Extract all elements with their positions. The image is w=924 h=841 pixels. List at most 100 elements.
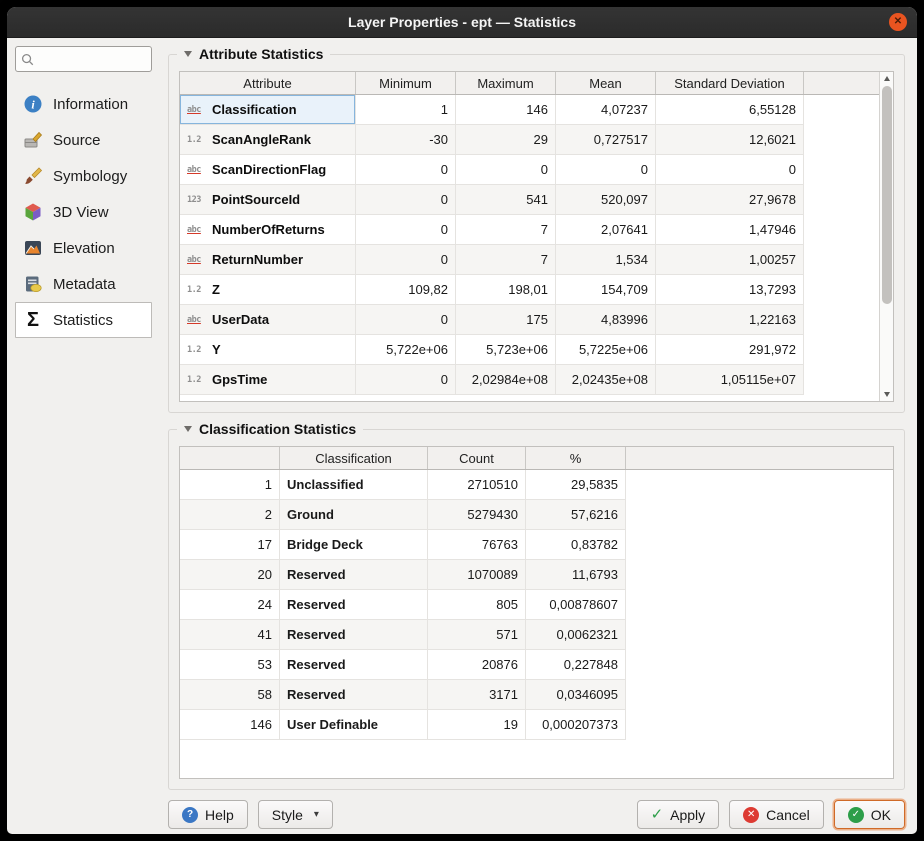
vertical-scrollbar[interactable] bbox=[879, 72, 893, 401]
class-count-cell[interactable]: 3171 bbox=[428, 680, 526, 710]
class-count-cell[interactable]: 805 bbox=[428, 590, 526, 620]
minimum-cell[interactable]: 1 bbox=[356, 95, 456, 125]
titlebar[interactable]: Layer Properties - ept — Statistics ✕ bbox=[7, 7, 917, 38]
sidebar-item-elevation[interactable]: Elevation bbox=[15, 230, 152, 266]
class-code-cell[interactable]: 20 bbox=[180, 560, 280, 590]
column-header-minimum[interactable]: Minimum bbox=[356, 72, 456, 94]
class-count-cell[interactable]: 5279430 bbox=[428, 500, 526, 530]
maximum-cell[interactable]: 2,02984e+08 bbox=[456, 365, 556, 395]
class-name-cell[interactable]: Unclassified bbox=[280, 470, 428, 500]
attribute-name-cell[interactable]: 1.2Z bbox=[180, 275, 356, 305]
std-deviation-cell[interactable]: 1,22163 bbox=[656, 305, 804, 335]
class-percent-cell[interactable]: 0,227848 bbox=[526, 650, 626, 680]
classification-statistics-title[interactable]: Classification Statistics bbox=[177, 421, 363, 437]
collapse-arrow-icon[interactable] bbox=[184, 51, 192, 57]
search-input[interactable] bbox=[39, 51, 147, 68]
collapse-arrow-icon[interactable] bbox=[184, 426, 192, 432]
scroll-up-button[interactable] bbox=[880, 72, 893, 85]
attribute-name-cell[interactable]: abcReturnNumber bbox=[180, 245, 356, 275]
class-name-cell[interactable]: Reserved bbox=[280, 620, 428, 650]
std-deviation-cell[interactable]: 12,6021 bbox=[656, 125, 804, 155]
class-percent-cell[interactable]: 0,83782 bbox=[526, 530, 626, 560]
class-name-cell[interactable]: Bridge Deck bbox=[280, 530, 428, 560]
mean-cell[interactable]: 0 bbox=[556, 155, 656, 185]
column-header-percent[interactable]: % bbox=[526, 447, 626, 469]
sidebar-item-information[interactable]: i Information bbox=[15, 86, 152, 122]
class-percent-cell[interactable]: 29,5835 bbox=[526, 470, 626, 500]
class-name-cell[interactable]: Reserved bbox=[280, 680, 428, 710]
minimum-cell[interactable]: 109,82 bbox=[356, 275, 456, 305]
class-percent-cell[interactable]: 0,000207373 bbox=[526, 710, 626, 740]
close-button[interactable]: ✕ bbox=[889, 13, 907, 31]
scroll-down-button[interactable] bbox=[880, 388, 893, 401]
class-code-cell[interactable]: 1 bbox=[180, 470, 280, 500]
maximum-cell[interactable]: 541 bbox=[456, 185, 556, 215]
search-box[interactable] bbox=[15, 46, 152, 72]
maximum-cell[interactable]: 175 bbox=[456, 305, 556, 335]
class-count-cell[interactable]: 20876 bbox=[428, 650, 526, 680]
attribute-name-cell[interactable]: 1.2ScanAngleRank bbox=[180, 125, 356, 155]
sidebar-item-statistics[interactable]: Σ Statistics bbox=[15, 302, 152, 338]
mean-cell[interactable]: 0,727517 bbox=[556, 125, 656, 155]
class-name-cell[interactable]: Reserved bbox=[280, 650, 428, 680]
maximum-cell[interactable]: 5,723e+06 bbox=[456, 335, 556, 365]
std-deviation-cell[interactable]: 0 bbox=[656, 155, 804, 185]
mean-cell[interactable]: 4,83996 bbox=[556, 305, 656, 335]
cancel-button[interactable]: ✕ Cancel bbox=[729, 800, 824, 829]
column-header-maximum[interactable]: Maximum bbox=[456, 72, 556, 94]
class-code-cell[interactable]: 53 bbox=[180, 650, 280, 680]
apply-button[interactable]: ✓ Apply bbox=[637, 800, 720, 829]
maximum-cell[interactable]: 7 bbox=[456, 245, 556, 275]
mean-cell[interactable]: 520,097 bbox=[556, 185, 656, 215]
style-button[interactable]: Style ▾ bbox=[258, 800, 333, 829]
mean-cell[interactable]: 5,7225e+06 bbox=[556, 335, 656, 365]
attribute-name-cell[interactable]: abcClassification bbox=[180, 95, 356, 125]
attribute-statistics-title[interactable]: Attribute Statistics bbox=[177, 46, 330, 62]
mean-cell[interactable]: 4,07237 bbox=[556, 95, 656, 125]
column-header-classification[interactable]: Classification bbox=[280, 447, 428, 469]
minimum-cell[interactable]: 0 bbox=[356, 155, 456, 185]
std-deviation-cell[interactable]: 1,47946 bbox=[656, 215, 804, 245]
std-deviation-cell[interactable]: 1,00257 bbox=[656, 245, 804, 275]
minimum-cell[interactable]: 0 bbox=[356, 185, 456, 215]
mean-cell[interactable]: 2,02435e+08 bbox=[556, 365, 656, 395]
mean-cell[interactable]: 154,709 bbox=[556, 275, 656, 305]
std-deviation-cell[interactable]: 6,55128 bbox=[656, 95, 804, 125]
attribute-name-cell[interactable]: abcScanDirectionFlag bbox=[180, 155, 356, 185]
attribute-name-cell[interactable]: 1.2Y bbox=[180, 335, 356, 365]
class-name-cell[interactable]: User Definable bbox=[280, 710, 428, 740]
column-header-mean[interactable]: Mean bbox=[556, 72, 656, 94]
minimum-cell[interactable]: -30 bbox=[356, 125, 456, 155]
class-count-cell[interactable]: 2710510 bbox=[428, 470, 526, 500]
sidebar-item-metadata[interactable]: Metadata bbox=[15, 266, 152, 302]
column-header-attribute[interactable]: Attribute bbox=[180, 72, 356, 94]
sidebar-item-symbology[interactable]: Symbology bbox=[15, 158, 152, 194]
class-name-cell[interactable]: Ground bbox=[280, 500, 428, 530]
maximum-cell[interactable]: 7 bbox=[456, 215, 556, 245]
minimum-cell[interactable]: 5,722e+06 bbox=[356, 335, 456, 365]
class-percent-cell[interactable]: 0,00878607 bbox=[526, 590, 626, 620]
scrollbar-thumb[interactable] bbox=[882, 86, 892, 304]
attribute-name-cell[interactable]: 1.2GpsTime bbox=[180, 365, 356, 395]
column-header-count[interactable]: Count bbox=[428, 447, 526, 469]
sidebar-item-3d-view[interactable]: 3D View bbox=[15, 194, 152, 230]
class-code-cell[interactable]: 58 bbox=[180, 680, 280, 710]
class-code-cell[interactable]: 2 bbox=[180, 500, 280, 530]
class-code-cell[interactable]: 41 bbox=[180, 620, 280, 650]
class-percent-cell[interactable]: 11,6793 bbox=[526, 560, 626, 590]
class-percent-cell[interactable]: 0,0346095 bbox=[526, 680, 626, 710]
maximum-cell[interactable]: 29 bbox=[456, 125, 556, 155]
std-deviation-cell[interactable]: 13,7293 bbox=[656, 275, 804, 305]
class-count-cell[interactable]: 571 bbox=[428, 620, 526, 650]
class-count-cell[interactable]: 19 bbox=[428, 710, 526, 740]
mean-cell[interactable]: 1,534 bbox=[556, 245, 656, 275]
std-deviation-cell[interactable]: 27,9678 bbox=[656, 185, 804, 215]
class-count-cell[interactable]: 76763 bbox=[428, 530, 526, 560]
ok-button[interactable]: ✓ OK bbox=[834, 800, 905, 829]
attribute-name-cell[interactable]: abcUserData bbox=[180, 305, 356, 335]
class-code-cell[interactable]: 17 bbox=[180, 530, 280, 560]
class-count-cell[interactable]: 1070089 bbox=[428, 560, 526, 590]
minimum-cell[interactable]: 0 bbox=[356, 305, 456, 335]
column-header-std-deviation[interactable]: Standard Deviation bbox=[656, 72, 804, 94]
scrollbar-track[interactable] bbox=[880, 85, 893, 388]
